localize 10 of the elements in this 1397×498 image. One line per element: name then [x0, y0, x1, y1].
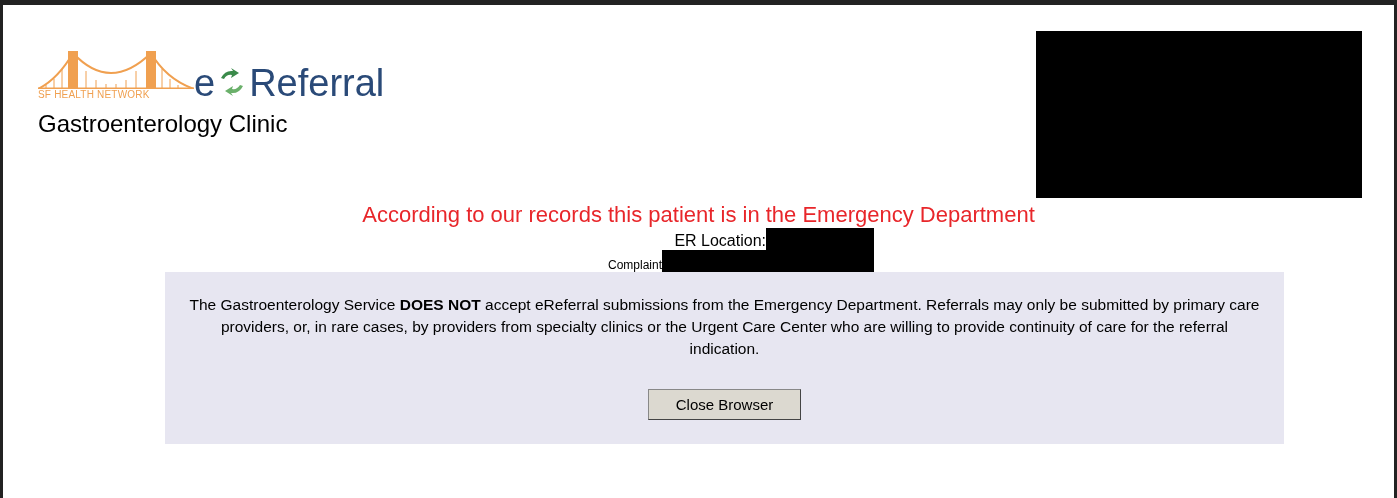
alert-message: According to our records this patient is in the Emergency Department — [361, 202, 1036, 228]
clinic-title: Gastroenterology Clinic — [38, 110, 289, 138]
field-label: ER Location: — [674, 232, 766, 250]
logo-text: Referral — [249, 64, 385, 102]
field-label: Complaint — [607, 258, 662, 272]
bridge-icon — [38, 49, 194, 89]
network-name: SF HEALTH NETWORK — [38, 89, 151, 100]
logo-text: e — [194, 64, 216, 102]
notice-text: The Gastroenterology Service DOES NOT accept eReferral submissions from the Emergency Department. Referrals may only be submitted by primary care providers, or, in rare cases, by providers from specialty clinics or the Urgent Care Center who are willing to provide continuity of care for the referral indication. — [188, 295, 1261, 359]
close-browser-button[interactable]: Close Browser — [647, 389, 802, 420]
